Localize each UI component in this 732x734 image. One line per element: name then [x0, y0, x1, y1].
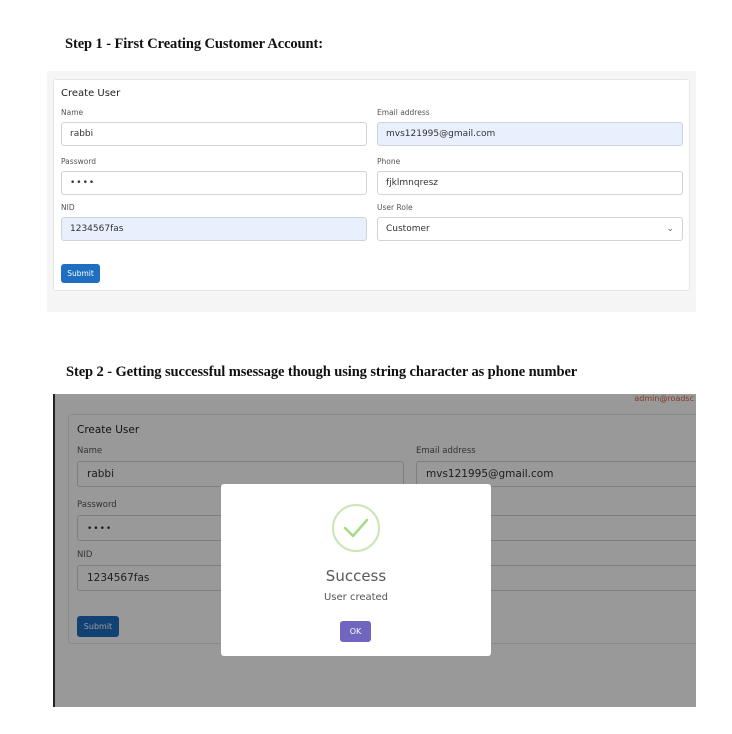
phone-value: fjklmnqresz: [386, 178, 439, 188]
chevron-down-icon: ⌄: [666, 224, 674, 234]
step1-heading: Step 1 - First Creating Customer Account…: [65, 36, 323, 52]
modal-message: User created: [323, 592, 389, 603]
name-label: Name: [61, 108, 84, 117]
phone-label: Phone: [377, 157, 401, 166]
create-user-card: Create User Name rabbi Email address mvs…: [53, 79, 690, 291]
phone-input[interactable]: fjklmnqresz: [377, 171, 683, 195]
ok-button[interactable]: OK: [340, 621, 371, 642]
submit-button[interactable]: Submit: [61, 264, 100, 283]
email-value: mvs121995@gmail.com: [386, 129, 496, 139]
nid-value: 1234567fas: [70, 224, 124, 234]
success-modal: Success User created OK: [221, 484, 491, 656]
password-value: ••••: [70, 178, 96, 188]
password-input[interactable]: ••••: [61, 171, 367, 195]
user-role-select[interactable]: Customer ⌄: [377, 217, 683, 241]
step2-heading: Step 2 - Getting successful msessage tho…: [66, 364, 578, 380]
nid-input[interactable]: 1234567fas: [61, 217, 367, 241]
name-input[interactable]: rabbi: [61, 122, 367, 146]
step1-screenshot: Create User Name rabbi Email address mvs…: [47, 71, 696, 312]
nid-label: NID: [61, 203, 75, 212]
check-circle-icon: [332, 504, 380, 552]
name-value: rabbi: [70, 129, 94, 139]
modal-title: Success: [325, 567, 387, 585]
user-role-label: User Role: [377, 203, 413, 212]
email-input[interactable]: mvs121995@gmail.com: [377, 122, 683, 146]
password-label: Password: [61, 157, 97, 166]
card-title: Create User: [61, 88, 121, 99]
email-label: Email address: [377, 108, 430, 117]
user-role-value: Customer: [386, 224, 430, 234]
